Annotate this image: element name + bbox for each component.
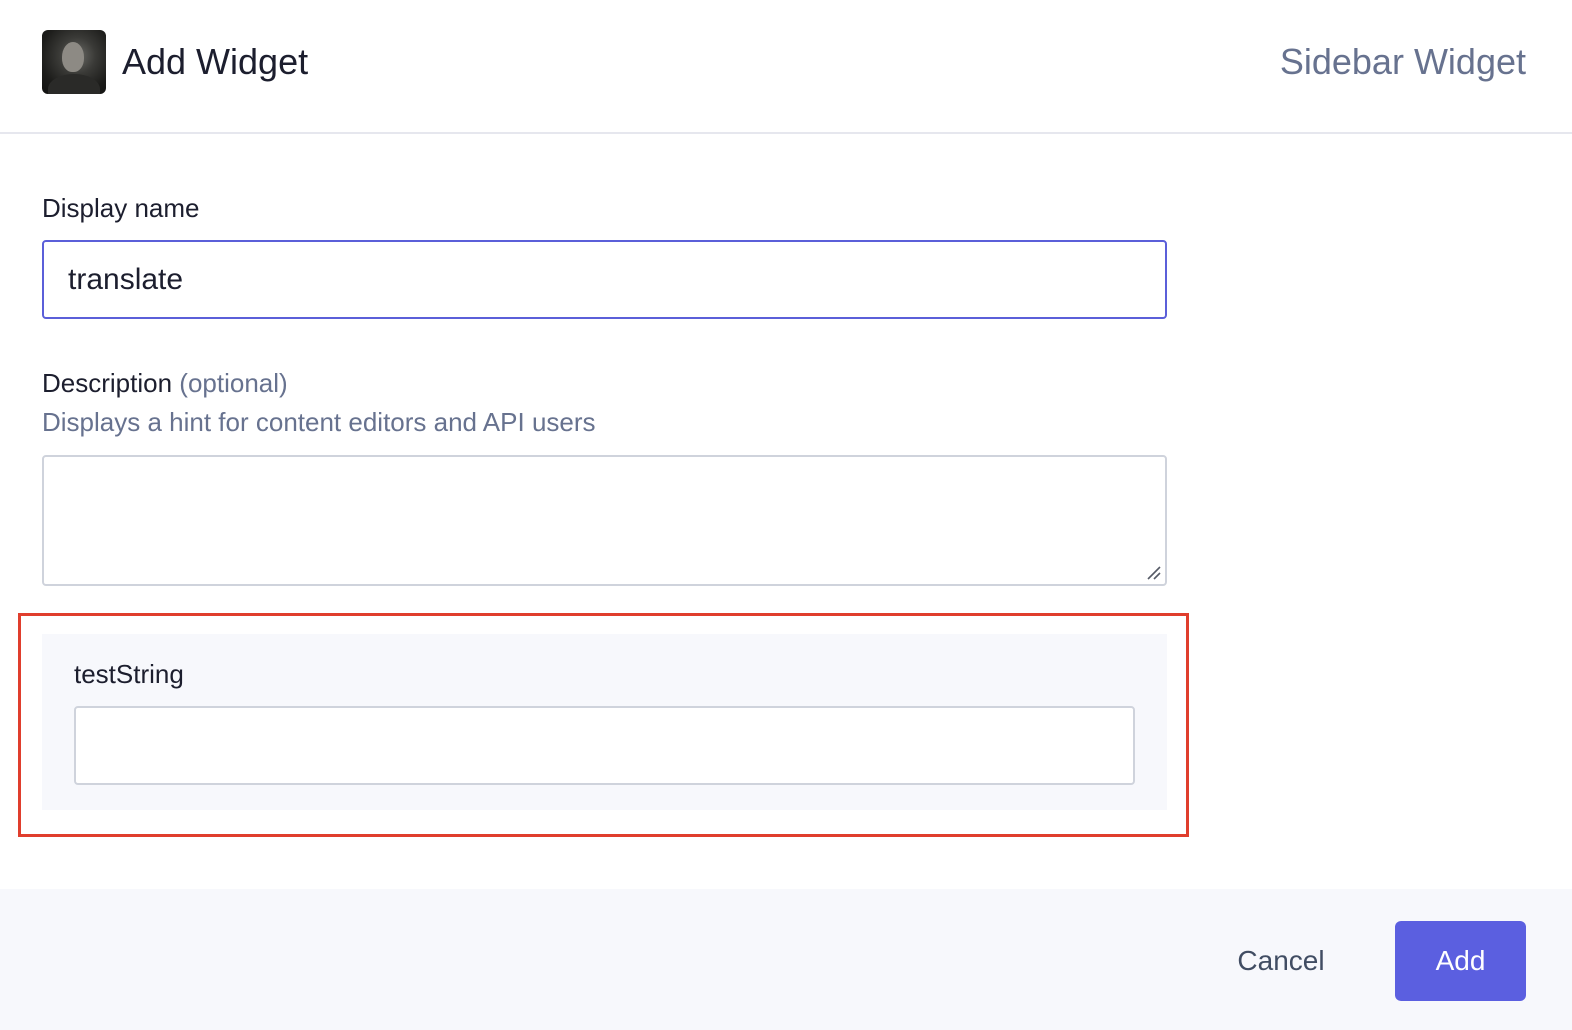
cancel-button[interactable]: Cancel: [1216, 922, 1346, 1000]
test-string-input[interactable]: [74, 706, 1135, 785]
description-hint: Displays a hint for content editors and …: [42, 407, 596, 437]
dialog-title: Add Widget: [122, 41, 309, 82]
resize-grip-icon[interactable]: [1146, 566, 1162, 580]
test-string-label: testString: [74, 659, 184, 689]
optional-tag: (optional): [179, 368, 288, 398]
dialog-header: Add Widget Sidebar Widget: [0, 0, 1572, 134]
avatar-face: [62, 42, 84, 72]
description-label-text: Description: [42, 368, 173, 398]
add-button[interactable]: Add: [1395, 921, 1526, 1001]
description-textarea[interactable]: [42, 455, 1167, 586]
user-avatar: [42, 30, 106, 94]
widget-location-label: Sidebar Widget: [1279, 41, 1526, 82]
display-name-label: Display name: [42, 193, 200, 223]
display-name-input[interactable]: [42, 240, 1167, 319]
description-label: Description (optional): [42, 367, 288, 399]
avatar-shoulders: [48, 74, 100, 94]
